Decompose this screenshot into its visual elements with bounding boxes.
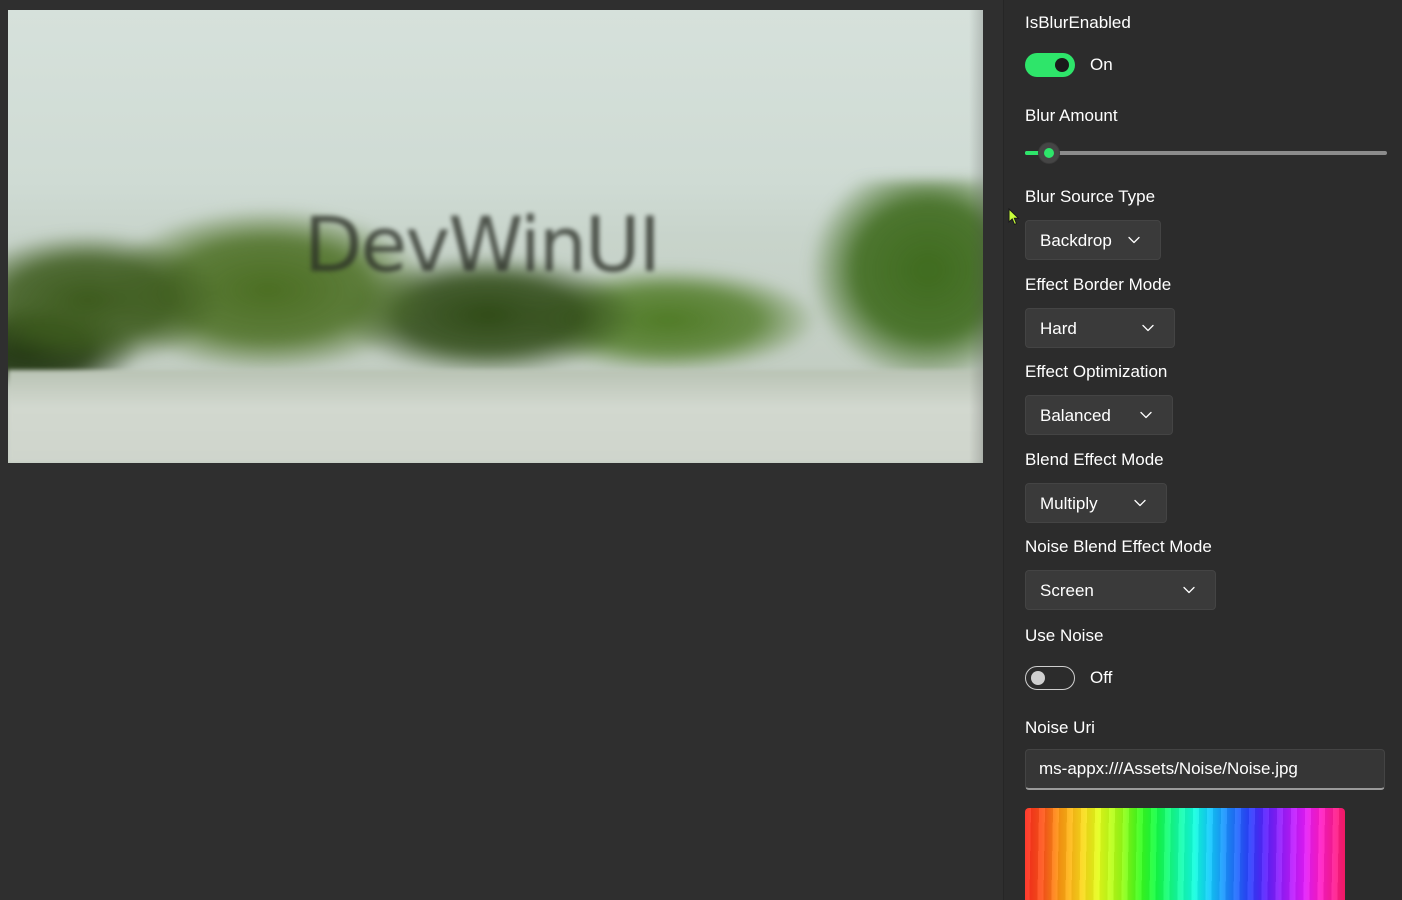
chevron-down-icon [1128, 236, 1140, 244]
noise-blend-effect-mode-value: Screen [1040, 581, 1094, 600]
preview-edge-shade [969, 10, 983, 463]
noise-uri-label: Noise Uri [1025, 718, 1095, 737]
effect-optimization-dropdown[interactable]: Balanced [1025, 395, 1173, 435]
blend-effect-mode-dropdown[interactable]: Multiply [1025, 483, 1167, 523]
settings-panel: IsBlurEnabled On Blur Amount Blur Source… [1003, 0, 1402, 900]
blur-source-type-dropdown[interactable]: Backdrop [1025, 220, 1161, 260]
effect-border-mode-dropdown[interactable]: Hard [1025, 308, 1175, 348]
slider-thumb[interactable] [1037, 142, 1060, 164]
toggle-knob [1055, 58, 1069, 72]
blend-effect-mode-label: Blend Effect Mode [1025, 450, 1164, 469]
effect-border-mode-value: Hard [1040, 319, 1077, 338]
blur-source-type-label: Blur Source Type [1025, 187, 1156, 206]
blur-amount-slider[interactable] [1025, 140, 1387, 164]
preview-water [8, 370, 983, 463]
noise-uri-input[interactable] [1025, 749, 1385, 790]
blur-preview: DevWinUI [8, 10, 983, 463]
effect-optimization-label: Effect Optimization [1025, 362, 1168, 381]
use-noise-label: Use Noise [1025, 626, 1104, 645]
slider-track [1025, 151, 1387, 155]
noise-texture-preview [1025, 808, 1345, 900]
use-noise-toggle[interactable] [1025, 666, 1075, 690]
chevron-down-icon [1140, 411, 1152, 419]
blur-source-type-value: Backdrop [1040, 231, 1112, 250]
is-blur-enabled-state: On [1090, 55, 1113, 74]
blend-effect-mode-value: Multiply [1040, 494, 1098, 513]
preview-watermark: DevWinUI [304, 200, 661, 289]
mouse-cursor-icon [1008, 208, 1020, 226]
use-noise-state: Off [1090, 668, 1113, 687]
effect-optimization-value: Balanced [1040, 406, 1111, 425]
is-blur-enabled-label: IsBlurEnabled [1025, 13, 1131, 32]
noise-blend-effect-mode-dropdown[interactable]: Screen [1025, 570, 1216, 610]
effect-border-mode-label: Effect Border Mode [1025, 275, 1172, 294]
noise-texture-pattern [1025, 808, 1345, 900]
blur-amount-label: Blur Amount [1025, 106, 1118, 125]
chevron-down-icon [1183, 586, 1195, 594]
chevron-down-icon [1142, 324, 1154, 332]
noise-blend-effect-mode-label: Noise Blend Effect Mode [1025, 537, 1212, 556]
toggle-knob [1031, 671, 1045, 685]
is-blur-enabled-toggle[interactable] [1025, 53, 1075, 77]
chevron-down-icon [1134, 499, 1146, 507]
